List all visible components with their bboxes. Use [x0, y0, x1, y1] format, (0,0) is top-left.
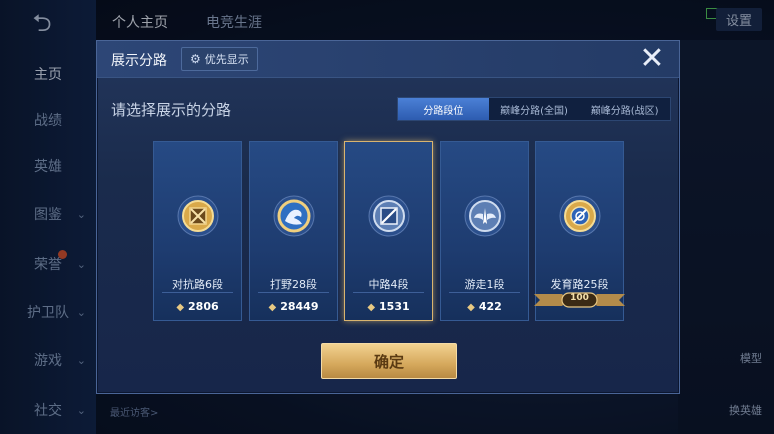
rank-point-icon: ◆ — [268, 302, 277, 313]
roam-badge-icon — [464, 195, 506, 237]
lane-score: ◆ 422 — [441, 300, 528, 313]
priority-display-label: 优先显示 — [204, 53, 249, 66]
lane-card-jungle[interactable]: 打野28段 ◆ 28449 — [249, 141, 338, 321]
priority-display-button[interactable]: ⚙ 优先显示 — [181, 47, 258, 71]
rank-point-icon: ◆ — [176, 302, 185, 313]
display-lane-dialog: 展示分路 ⚙ 优先显示 ✕ 请选择展示的分路 分路段位 巅峰分路(全国) 巅峰分… — [96, 40, 680, 394]
dialog-header: 展示分路 ⚙ 优先显示 ✕ — [97, 41, 679, 78]
lane-score-value: 2806 — [188, 300, 219, 313]
rank-point-icon: ◆ — [467, 302, 475, 313]
lane-type-tabs: 分路段位 巅峰分路(全国) 巅峰分路(战区) — [397, 97, 671, 121]
rank-point-icon: ◆ — [367, 302, 376, 313]
level-ribbon-value: 100 — [570, 293, 589, 303]
confirm-button[interactable]: 确定 — [321, 343, 457, 379]
card-divider — [258, 292, 329, 293]
lane-card-list: 对抗路6段 ◆ 2806 打野28段 ◆ 28449 中路4段 ◆ 1531 游… — [153, 141, 625, 321]
farm-lane-badge-icon — [559, 195, 601, 237]
tab-peak-lane-zone[interactable]: 巅峰分路(战区) — [579, 98, 670, 120]
tab-lane-rank[interactable]: 分路段位 — [398, 98, 489, 120]
lane-score-value: 1531 — [379, 300, 410, 313]
lane-name: 游走1段 — [464, 278, 505, 291]
lane-score-value: 422 — [478, 300, 502, 313]
lane-name: 发育路25段 — [550, 278, 609, 291]
dialog-title: 展示分路 — [111, 53, 167, 69]
lane-card-roam[interactable]: 游走1段 ◆ 422 — [440, 141, 529, 321]
lane-card-top[interactable]: 对抗路6段 ◆ 2806 — [153, 141, 242, 321]
lane-score-value: 28449 — [280, 300, 319, 313]
jungle-badge-icon — [273, 195, 315, 237]
tab-peak-lane-national[interactable]: 巅峰分路(全国) — [489, 98, 580, 120]
lane-score: ◆ 28449 — [250, 300, 337, 313]
card-divider — [162, 292, 233, 293]
gear-icon: ⚙ — [190, 52, 201, 66]
lane-name: 对抗路6段 — [172, 278, 223, 291]
lane-card-farm[interactable]: 发育路25段 100 — [534, 141, 625, 321]
card-divider — [449, 292, 520, 293]
dialog-subtitle: 请选择展示的分路 — [111, 101, 232, 119]
close-icon[interactable]: ✕ — [637, 43, 667, 75]
card-divider — [353, 292, 424, 293]
top-lane-badge-icon — [177, 195, 219, 237]
lane-score: ◆ 2806 — [154, 300, 241, 313]
lane-name: 中路4段 — [368, 278, 409, 291]
mid-lane-badge-icon — [368, 195, 410, 237]
lane-card-mid[interactable]: 中路4段 ◆ 1531 — [344, 141, 433, 321]
lane-score: ◆ 1531 — [345, 300, 432, 313]
lane-name: 打野28段 — [270, 278, 317, 291]
